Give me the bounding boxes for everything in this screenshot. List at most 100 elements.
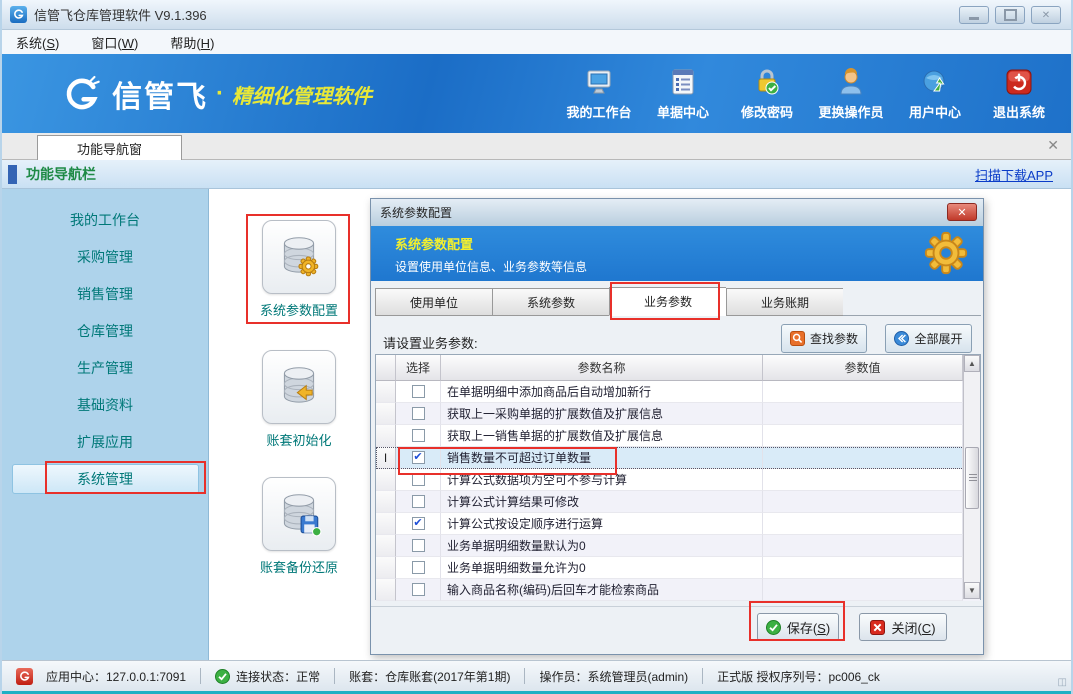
tab-usage-unit[interactable]: 使用单位	[375, 288, 492, 316]
param-name: 输入商品名称(编码)后回车才能检索商品	[441, 579, 763, 601]
param-name: 计算公式按设定顺序进行运算	[441, 513, 763, 535]
param-value[interactable]	[763, 557, 963, 579]
find-params-button[interactable]: 查找参数	[781, 324, 867, 353]
table-row[interactable]: 在单据明细中添加商品后自动增加新行	[376, 381, 980, 403]
tab-business-params[interactable]: 业务参数	[609, 287, 726, 316]
row-selector[interactable]	[376, 381, 396, 403]
dialog-close-button[interactable]	[947, 203, 977, 221]
table-row[interactable]: 计算公式数据项为空可不参与计算	[376, 469, 980, 491]
param-name: 计算公式数据项为空可不参与计算	[441, 469, 763, 491]
sidebar-item-system-management[interactable]: 系统管理	[12, 464, 199, 494]
table-row[interactable]: 业务单据明细数量默认为0	[376, 535, 980, 557]
dialog-tab-strip: 使用单位 系统参数 业务参数 业务账期	[375, 287, 981, 316]
brand-separator: ·	[216, 80, 224, 108]
table-row[interactable]: 计算公式计算结果可修改	[376, 491, 980, 513]
brand-logo: 信管飞 · 精细化管理软件	[60, 72, 372, 116]
menu-system[interactable]: 系统(S)	[16, 33, 59, 52]
expand-all-button[interactable]: 全部展开	[885, 324, 972, 353]
row-selector[interactable]	[376, 425, 396, 447]
scrollbar-thumb[interactable]	[965, 447, 979, 509]
download-app-link[interactable]: 扫描下载APP	[975, 165, 1053, 184]
toolbar-user-center[interactable]: 用户中心	[893, 62, 977, 121]
close-button[interactable]	[1031, 6, 1061, 24]
scroll-up-icon[interactable]	[964, 355, 980, 372]
toolbar-exit-system[interactable]: 退出系统	[977, 62, 1061, 121]
menu-help[interactable]: 帮助(H)	[170, 33, 214, 52]
row-selector[interactable]	[376, 535, 396, 557]
table-row[interactable]: 获取上一销售单据的扩展数值及扩展信息	[376, 425, 980, 447]
resize-grip[interactable]: ◫	[1058, 677, 1067, 688]
row-selector[interactable]	[376, 469, 396, 491]
row-selector[interactable]	[376, 513, 396, 535]
module-account-backup[interactable]: 账套备份还原	[248, 477, 350, 576]
toolbar-switch-operator[interactable]: 更换操作员	[809, 62, 893, 121]
dialog-close-action-button[interactable]: 关闭(C)	[859, 613, 947, 641]
menu-window[interactable]: 窗口(W)	[91, 33, 138, 52]
sidebar-item-warehouse[interactable]: 仓库管理	[12, 316, 199, 346]
row-selector[interactable]	[376, 579, 396, 601]
table-row[interactable]: 业务单据明细数量允许为0	[376, 557, 980, 579]
toolbar-change-password[interactable]: 修改密码	[725, 62, 809, 121]
table-row[interactable]: 输入商品名称(编码)后回车才能检索商品	[376, 579, 980, 601]
tab-system-params[interactable]: 系统参数	[492, 288, 609, 316]
param-value[interactable]	[763, 513, 963, 535]
checkbox[interactable]	[412, 385, 425, 398]
app-header: 信管飞 · 精细化管理软件 我的工作台 单据中心 修改密码 更换操作员	[2, 54, 1071, 133]
checkbox[interactable]	[412, 561, 425, 574]
change-password-lock-icon	[751, 66, 783, 98]
table-row[interactable]: 计算公式按设定顺序进行运算	[376, 513, 980, 535]
row-selector[interactable]	[376, 557, 396, 579]
sidebar-item-production[interactable]: 生产管理	[12, 353, 199, 383]
tab-business-period[interactable]: 业务账期	[726, 288, 843, 316]
param-value[interactable]	[763, 491, 963, 513]
checkbox[interactable]	[412, 429, 425, 442]
menu-bar: 系统(S) 窗口(W) 帮助(H)	[2, 30, 1071, 54]
sidebar-item-my-workbench[interactable]: 我的工作台	[12, 205, 199, 235]
maximize-button[interactable]	[995, 6, 1025, 24]
database-init-arrow-icon	[262, 350, 336, 424]
row-checkbox-cell	[396, 557, 441, 579]
sidebar-item-basic-data[interactable]: 基础资料	[12, 390, 199, 420]
checkbox[interactable]	[412, 495, 425, 508]
vertical-scrollbar[interactable]	[963, 355, 980, 599]
param-value[interactable]	[763, 535, 963, 557]
row-selector[interactable]	[376, 403, 396, 425]
row-selector[interactable]	[376, 447, 396, 469]
param-value[interactable]	[763, 425, 963, 447]
table-row[interactable]: 获取上一采购单据的扩展数值及扩展信息	[376, 403, 980, 425]
sidebar-item-purchase[interactable]: 采购管理	[12, 242, 199, 272]
checkbox[interactable]	[412, 451, 425, 464]
param-value[interactable]	[763, 579, 963, 601]
param-name: 获取上一采购单据的扩展数值及扩展信息	[441, 403, 763, 425]
module-account-init[interactable]: 账套初始化	[248, 350, 350, 449]
tab-function-navigation[interactable]: 功能导航窗	[37, 135, 182, 160]
row-selector[interactable]	[376, 491, 396, 513]
module-label: 账套备份还原	[260, 557, 338, 576]
tab-close-icon[interactable]: ✕	[1047, 137, 1059, 154]
checkbox[interactable]	[412, 473, 425, 486]
param-value[interactable]	[763, 381, 963, 403]
table-row[interactable]: 销售数量不可超过订单数量	[376, 447, 980, 469]
checkbox[interactable]	[412, 583, 425, 596]
param-value[interactable]	[763, 469, 963, 491]
module-system-params[interactable]: 系统参数配置	[248, 220, 350, 319]
nav-sidebar: 我的工作台 采购管理 销售管理 仓库管理 生产管理 基础资料 扩展应用 系统管理	[2, 189, 209, 660]
toolbar-my-workbench[interactable]: 我的工作台	[557, 62, 641, 121]
checkbox[interactable]	[412, 407, 425, 420]
checkbox[interactable]	[412, 517, 425, 530]
sidebar-item-sales[interactable]: 销售管理	[12, 279, 199, 309]
scroll-down-icon[interactable]	[964, 582, 980, 599]
status-account: 账套：仓库账套(2017年第1期)	[335, 668, 524, 685]
minimize-button[interactable]	[959, 6, 989, 24]
param-value[interactable]	[763, 447, 963, 469]
status-app-center: 应用中心：127.0.0.1:7091	[2, 668, 200, 685]
save-button[interactable]: 保存(S)	[757, 613, 839, 641]
row-checkbox-cell	[396, 403, 441, 425]
param-value[interactable]	[763, 403, 963, 425]
row-checkbox-cell	[396, 513, 441, 535]
header-selector	[376, 355, 396, 381]
toolbar-document-center[interactable]: 单据中心	[641, 62, 725, 121]
checkbox[interactable]	[412, 539, 425, 552]
sidebar-item-extensions[interactable]: 扩展应用	[12, 427, 199, 457]
status-license: 正式版 授权序列号：pc006_ck	[703, 668, 894, 685]
